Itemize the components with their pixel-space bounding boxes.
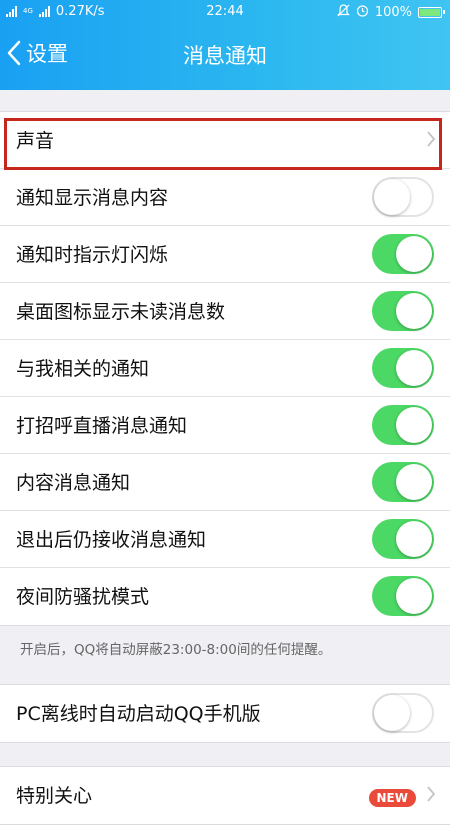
chevron-right-icon	[427, 131, 436, 147]
setting-toggle[interactable]	[372, 519, 434, 559]
setting-label: 打招呼直播消息通知	[16, 415, 188, 437]
special-care-group: 特别关心 NEW	[0, 766, 450, 825]
setting-row: 内容消息通知	[0, 454, 450, 511]
pc-offline-row: PC离线时自动启动QQ手机版	[0, 685, 450, 742]
setting-label: 桌面图标显示未读消息数	[16, 301, 226, 323]
status-right: 100%	[336, 4, 445, 21]
notification-settings-list: 声音 通知显示消息内容 通知时指示灯闪烁 桌面图标显示未读消息数 与我相关的通知…	[0, 111, 450, 626]
sound-label: 声音	[16, 130, 55, 152]
setting-toggle[interactable]	[372, 291, 434, 331]
setting-row: 打招呼直播消息通知	[0, 397, 450, 454]
setting-row: 桌面图标显示未读消息数	[0, 283, 450, 340]
special-care-row[interactable]: 特别关心 NEW	[0, 767, 450, 824]
setting-toggle[interactable]	[372, 177, 434, 217]
setting-row: 通知时指示灯闪烁	[0, 226, 450, 283]
setting-toggle[interactable]	[372, 405, 434, 445]
setting-label: 与我相关的通知	[16, 358, 150, 380]
setting-label: 通知时指示灯闪烁	[16, 244, 169, 266]
setting-label: 夜间防骚扰模式	[16, 586, 150, 608]
pc-offline-toggle[interactable]	[372, 693, 434, 733]
setting-label: 内容消息通知	[16, 472, 131, 494]
setting-toggle[interactable]	[372, 234, 434, 274]
mute-icon	[336, 4, 350, 21]
setting-row: 夜间防骚扰模式	[0, 568, 450, 625]
chevron-right-icon	[427, 786, 436, 802]
nav-bar: 设置 消息通知	[0, 24, 450, 86]
special-care-label: 特别关心	[16, 785, 93, 807]
app-header: 4G 0.27K/s 22:44 100% 设置 消息通知	[0, 0, 450, 90]
battery-icon	[418, 7, 445, 18]
page-title: 消息通知	[183, 44, 267, 68]
alarm-icon	[356, 4, 369, 21]
setting-row: 通知显示消息内容	[0, 169, 450, 226]
setting-label: 退出后仍接收消息通知	[16, 529, 207, 551]
status-bar: 4G 0.27K/s 22:44 100%	[0, 0, 450, 24]
setting-toggle[interactable]	[372, 576, 434, 616]
dnd-hint-text: 开启后，QQ将自动屏蔽23:00-8:00间的任何提醒。	[20, 642, 332, 658]
setting-toggle[interactable]	[372, 348, 434, 388]
sound-row[interactable]: 声音	[0, 112, 450, 169]
pc-offline-group: PC离线时自动启动QQ手机版	[0, 684, 450, 743]
setting-toggle[interactable]	[372, 462, 434, 502]
setting-row: 退出后仍接收消息通知	[0, 511, 450, 568]
setting-label: 通知显示消息内容	[16, 187, 169, 209]
battery-percent: 100%	[374, 5, 412, 20]
setting-row: 与我相关的通知	[0, 340, 450, 397]
pc-offline-label: PC离线时自动启动QQ手机版	[16, 703, 261, 725]
new-badge: NEW	[368, 789, 416, 807]
